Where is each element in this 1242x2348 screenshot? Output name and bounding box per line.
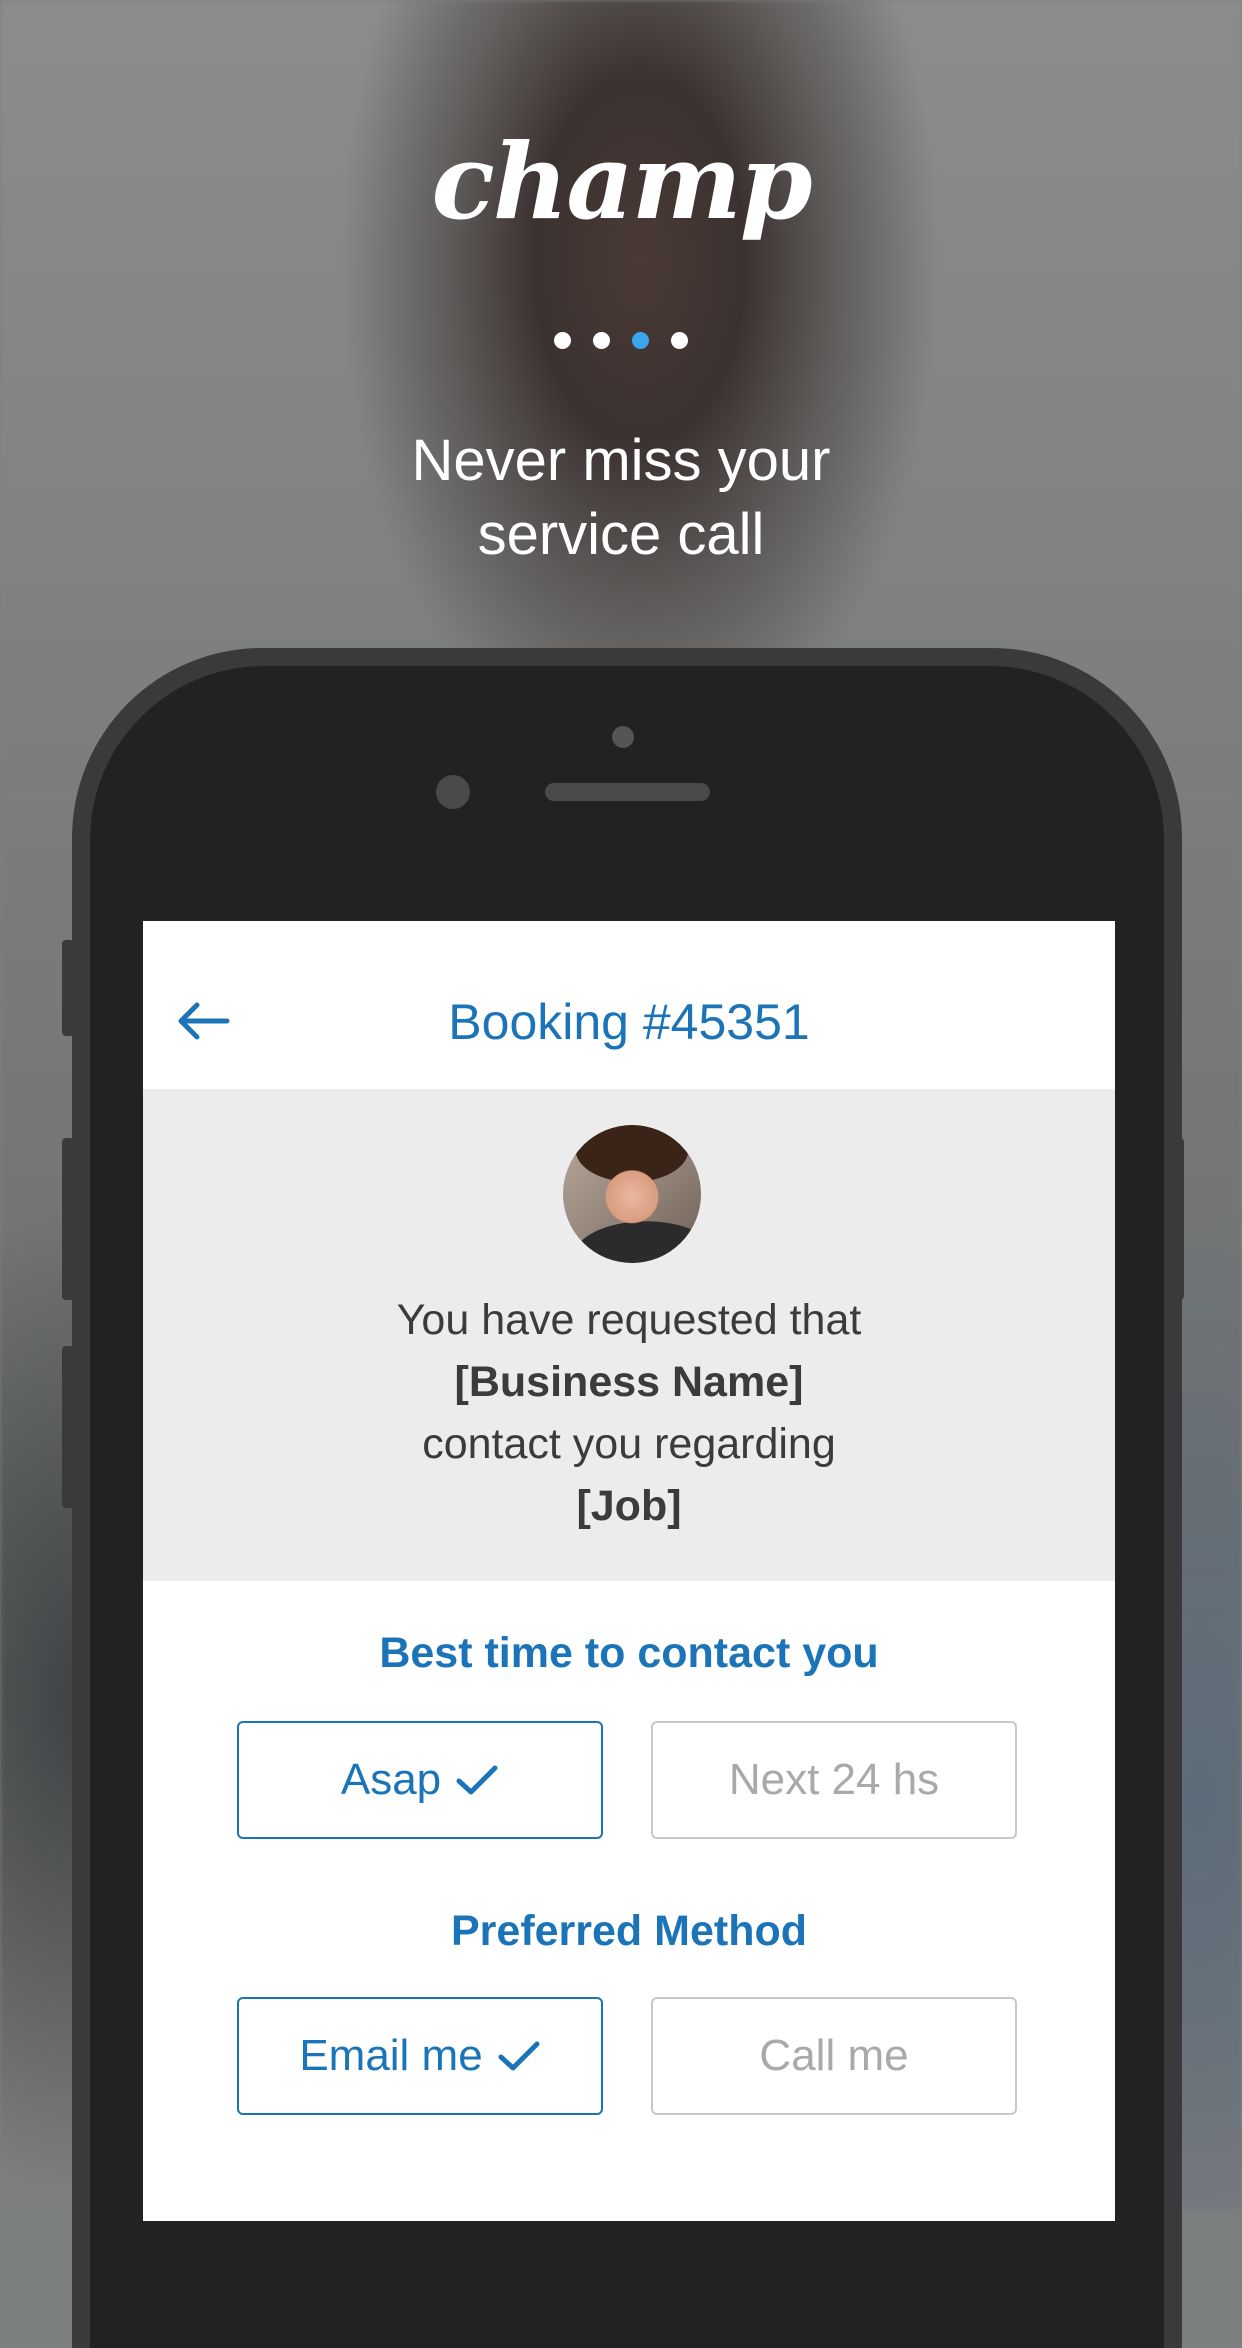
request-line-3: contact you regarding — [422, 1420, 836, 1468]
preferred-method-title: Preferred Method — [450, 1907, 807, 1955]
page-dot-2[interactable] — [593, 332, 610, 349]
call-me-option-button[interactable]: Call me — [651, 1997, 1017, 2115]
nav-bar: Booking #45351 — [143, 921, 1115, 1089]
tagline-line-2: service call — [477, 502, 765, 567]
earpiece-speaker — [545, 783, 710, 801]
proximity-sensor — [612, 726, 634, 748]
next-24-hs-label: Next 24 hs — [728, 1755, 940, 1804]
check-icon — [456, 1765, 498, 1795]
booking-title: Booking #45351 — [448, 994, 810, 1050]
phone-volume-up — [62, 1138, 74, 1300]
next-24-hs-option-button[interactable]: Next 24 hs — [651, 1721, 1017, 1839]
phone-volume-down — [62, 1346, 74, 1508]
page-dot-3-active[interactable] — [632, 332, 649, 349]
page-dot-1[interactable] — [554, 332, 571, 349]
phone-screen: Booking #45351 You have requested that [… — [143, 921, 1115, 2221]
job-name: [Job] — [576, 1482, 682, 1530]
call-me-label: Call me — [759, 2031, 909, 2080]
email-me-label: Email me — [299, 2031, 483, 2080]
business-name: [Business Name] — [454, 1358, 804, 1406]
champ-logo: champ — [431, 120, 812, 243]
tagline: Never miss your service call — [0, 424, 1242, 572]
check-icon — [498, 2041, 540, 2071]
request-summary: You have requested that [Business Name] … — [143, 1089, 1115, 1581]
phone-power-button — [1172, 1138, 1184, 1300]
front-camera — [436, 775, 470, 809]
contact-time-title: Best time to contact you — [379, 1629, 879, 1677]
phone-mute-switch — [62, 940, 74, 1036]
request-text: You have requested that [Business Name] … — [143, 1289, 1115, 1537]
page-dot-4[interactable] — [671, 332, 688, 349]
page-indicator — [0, 332, 1242, 349]
tagline-line-1: Never miss your — [411, 428, 831, 493]
request-line-1: You have requested that — [396, 1296, 862, 1344]
asap-option-button[interactable]: Asap — [237, 1721, 603, 1839]
email-me-option-button[interactable]: Email me — [237, 1997, 603, 2115]
asap-label: Asap — [340, 1755, 442, 1804]
avatar — [563, 1125, 701, 1263]
